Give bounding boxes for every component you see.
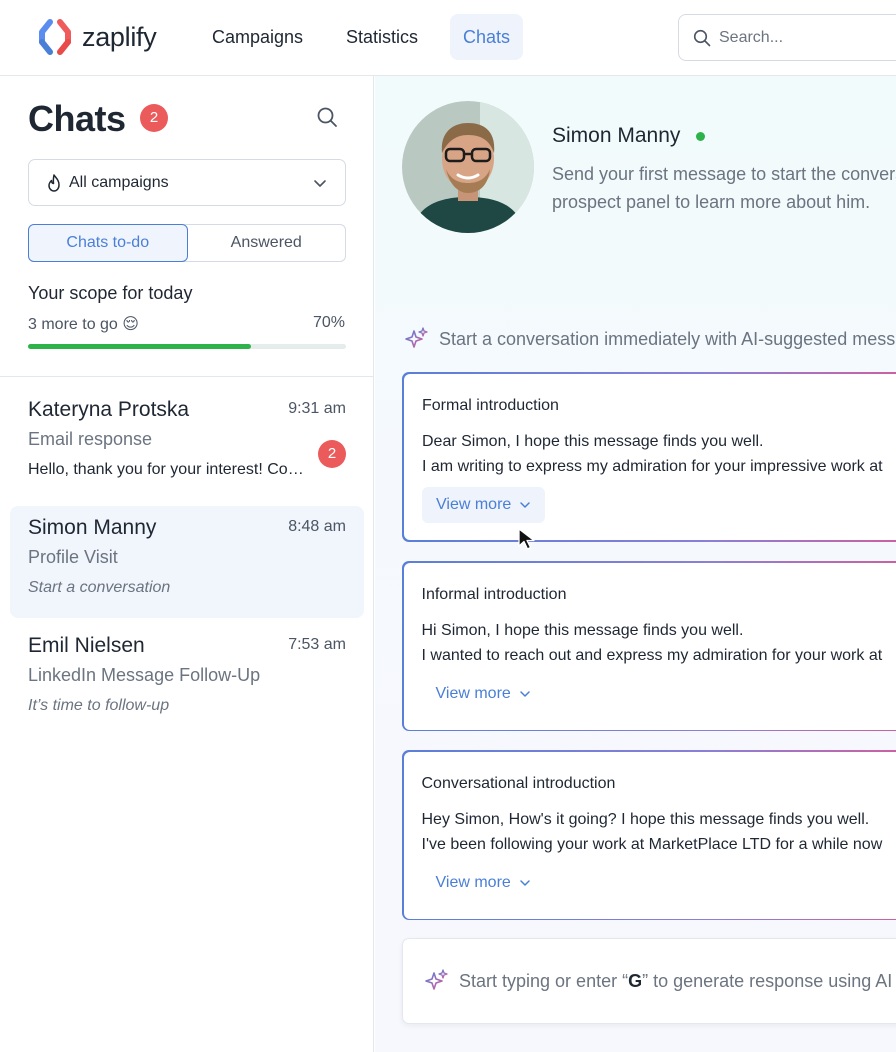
sparkle-icon: [425, 969, 448, 990]
view-more-label: View more: [435, 684, 511, 702]
suggestion-text-line: I am writing to express my admiration fo…: [422, 458, 883, 475]
chat-type: LinkedIn Message Follow-Up: [28, 665, 261, 685]
view-more-label: View more: [435, 873, 511, 891]
suggestion-text-line: Dear Simon, I hope this message finds yo…: [422, 433, 764, 450]
brand-name: zaplify: [82, 21, 157, 52]
composer-shortcut-key: G: [628, 970, 643, 991]
suggestion-card-informal[interactable]: Informal introduction Hi Simon, I hope t…: [402, 561, 896, 731]
flame-icon: [48, 173, 60, 192]
scope-progress-fill: [28, 344, 251, 349]
chats-heading: Chats: [28, 98, 126, 139]
suggestion-title: Formal introduction: [422, 397, 559, 414]
contact-photo: [402, 101, 534, 233]
sparkle-icon: [405, 327, 428, 348]
view-more-button[interactable]: View more: [422, 865, 545, 901]
message-composer[interactable]: Start typing or enter “G” to generate re…: [402, 938, 896, 1024]
suggestion-text-line: I wanted to reach out and express my adm…: [421, 646, 883, 664]
chat-search-button[interactable]: [316, 106, 338, 133]
suggestion-card-conversational[interactable]: Conversational introduction Hey Simon, H…: [402, 750, 896, 920]
contact-avatar[interactable]: [402, 101, 534, 233]
view-more-button[interactable]: View more: [422, 487, 546, 523]
intro-line-1: Send your first message to start the con…: [552, 164, 896, 184]
search-icon: [693, 29, 711, 46]
view-more-label: View more: [436, 496, 512, 513]
suggestion-text-line: Hey Simon, How's it going? I hope this m…: [421, 810, 870, 828]
chevron-down-icon: [520, 879, 530, 886]
chat-contact-name: Kateryna Protska: [28, 398, 190, 421]
chat-preview: Hello, thank you for your interest! Coul…: [28, 461, 308, 478]
chat-preview: It’s time to follow-up: [28, 697, 170, 714]
top-navigation-bar: zaplify Campaigns Statistics Chats: [0, 0, 896, 76]
zaplify-logo-icon: [39, 19, 71, 55]
global-search[interactable]: [678, 14, 896, 61]
tab-chats-to-do[interactable]: Chats to-do: [28, 224, 188, 262]
scope-percent: 70%: [312, 314, 345, 331]
campaign-filter-dropdown[interactable]: All campaigns: [28, 159, 346, 206]
composer-placeholder: Start typing or enter “G” to generate re…: [459, 971, 892, 992]
chats-sidebar: Chats 2 All campaigns Chats to-do Answer…: [0, 76, 374, 1052]
chevron-down-icon: [314, 179, 326, 187]
scope-remaining: 3 more to go 😌: [28, 316, 139, 333]
chat-list-item[interactable]: Emil Nielsen 7:53 am LinkedIn Message Fo…: [10, 624, 364, 736]
suggestion-title: Conversational introduction: [421, 774, 616, 792]
intro-line-2: prospect panel to learn more about him.: [552, 192, 871, 212]
campaign-filter-value: All campaigns: [69, 173, 169, 191]
mouse-cursor-icon: [518, 528, 535, 550]
composer-prefix: Start typing or enter “: [459, 970, 629, 991]
conversation-panel: Simon Manny Send your first message to s…: [375, 76, 896, 1052]
chat-preview: Start a conversation: [28, 579, 171, 596]
suggestion-text-line: I've been following your work at MarketP…: [421, 835, 883, 853]
chat-time: 7:53 am: [288, 636, 346, 653]
chat-tabs: Chats to-do Answered: [28, 224, 346, 262]
search-icon: [317, 107, 337, 127]
contact-name: Simon Manny: [552, 124, 681, 147]
suggestion-title: Informal introduction: [421, 585, 567, 603]
view-more-button[interactable]: View more: [422, 676, 545, 712]
chat-contact-name: Emil Nielsen: [28, 634, 145, 657]
contact-intro-text: Send your first message to start the con…: [552, 160, 896, 216]
tab-answered[interactable]: Answered: [188, 225, 346, 261]
chat-type: Profile Visit: [28, 547, 118, 567]
ai-suggestion-hint: Start a conversation immediately with AI…: [403, 326, 896, 352]
composer-suffix: ” to generate response using AI: [642, 970, 893, 991]
chat-time: 8:48 am: [288, 518, 346, 535]
chevron-down-icon: [520, 690, 530, 697]
scope-title: Your scope for today: [28, 283, 193, 303]
online-status-dot: [696, 132, 705, 141]
suggestion-text-line: Hi Simon, I hope this message finds you …: [421, 621, 744, 639]
scope-progress-bar: [28, 344, 346, 349]
chat-contact-name: Simon Manny: [28, 516, 157, 539]
chat-unread-badge: 2: [318, 440, 346, 468]
chat-type: Email response: [28, 429, 153, 449]
nav-campaigns[interactable]: Campaigns: [199, 14, 316, 60]
divider: [0, 376, 374, 377]
chats-unread-badge: 2: [140, 104, 168, 132]
ai-suggestion-hint-text: Start a conversation immediately with AI…: [439, 328, 896, 349]
chat-list-item[interactable]: Kateryna Protska 9:31 am Email response …: [10, 388, 364, 500]
nav-statistics[interactable]: Statistics: [333, 14, 431, 60]
global-search-input[interactable]: [719, 28, 889, 47]
chevron-down-icon: [520, 502, 531, 508]
nav-chats[interactable]: Chats: [450, 14, 524, 60]
brand-logo[interactable]: zaplify: [36, 18, 157, 56]
suggestion-card-formal[interactable]: Formal introduction Dear Simon, I hope t…: [402, 372, 896, 542]
chat-time: 9:31 am: [288, 400, 346, 417]
chat-list-item-selected[interactable]: Simon Manny 8:48 am Profile Visit Start …: [10, 506, 364, 618]
